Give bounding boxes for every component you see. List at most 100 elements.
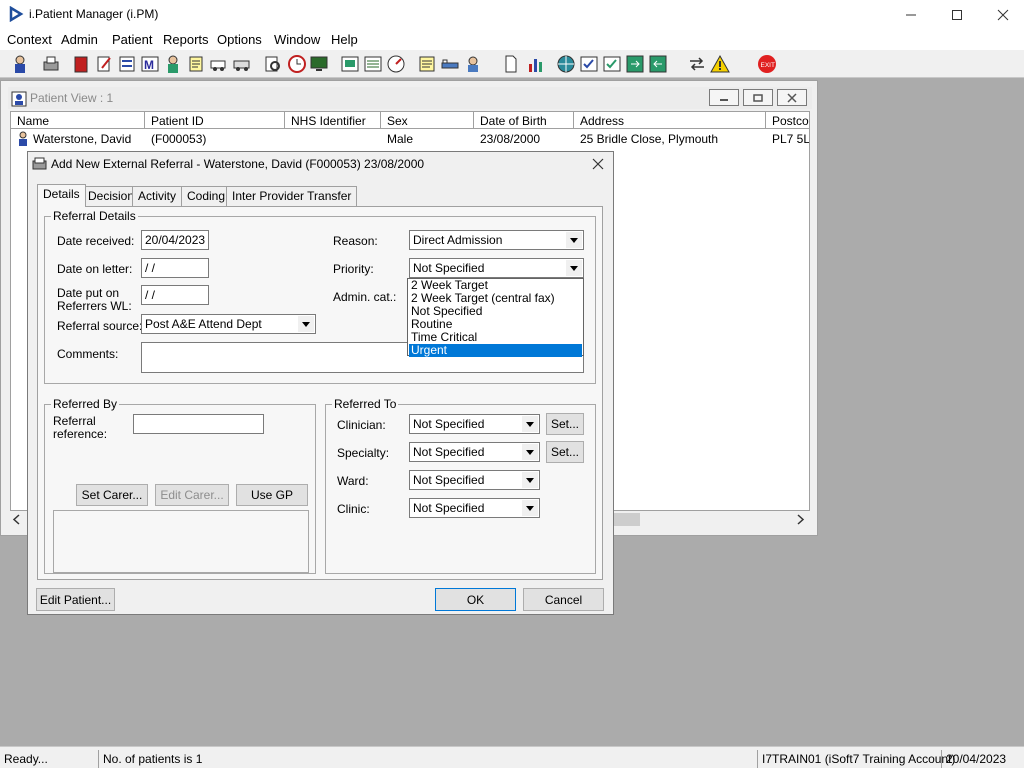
close-button[interactable]	[980, 0, 1024, 30]
column-header-name[interactable]: Name	[11, 112, 145, 129]
tab-coding[interactable]: Coding	[181, 186, 232, 206]
close-icon	[592, 158, 604, 170]
dialog-title: Add New External Referral - Waterstone, …	[51, 157, 425, 171]
tab-activity[interactable]: Activity	[132, 186, 183, 206]
menu-patient[interactable]: Patient	[112, 32, 152, 47]
board-icon[interactable]	[340, 54, 360, 74]
column-header-patient-id[interactable]: Patient ID	[145, 112, 285, 129]
chevron-down-icon[interactable]	[566, 232, 582, 248]
referral-source-select[interactable]: Post A&E Attend Dept	[141, 314, 316, 334]
green-arrows-icon[interactable]	[625, 54, 645, 74]
mail-m-icon[interactable]: M	[140, 54, 160, 74]
referral-reference-label-1: Referral	[53, 414, 96, 428]
status-patient-count: No. of patients is 1	[98, 750, 206, 768]
transfer-icon[interactable]	[648, 54, 668, 74]
edit-carer-button[interactable]: Edit Carer...	[155, 484, 229, 506]
bar-chart-icon[interactable]	[526, 54, 546, 74]
exit-icon[interactable]: EXIT	[757, 54, 777, 74]
dialog-close-button[interactable]	[588, 155, 608, 173]
app-title: i.Patient Manager (i.PM)	[29, 7, 159, 21]
cell-sex: Male	[387, 132, 414, 146]
ok-button[interactable]: OK	[435, 588, 516, 611]
notes-icon[interactable]	[417, 54, 437, 74]
approve-icon[interactable]	[602, 54, 622, 74]
cancel-button[interactable]: Cancel	[523, 588, 604, 611]
chevron-down-icon[interactable]	[522, 472, 538, 488]
swap-icon[interactable]	[687, 54, 707, 74]
patient-view-restore-button[interactable]	[743, 89, 773, 106]
referral-dialog-icon	[32, 157, 47, 170]
edit-patient-button[interactable]: Edit Patient...	[36, 588, 115, 611]
tab-inter-provider-transfer[interactable]: Inter Provider Transfer	[226, 186, 358, 206]
exit-label: EXIT	[761, 62, 775, 69]
menu-reports[interactable]: Reports	[163, 32, 209, 47]
priority-option-highlighted[interactable]: Urgent	[409, 344, 582, 357]
bed-icon[interactable]	[440, 54, 460, 74]
set-carer-button[interactable]: Set Carer...	[76, 484, 148, 506]
form-icon[interactable]	[117, 54, 137, 74]
reason-select[interactable]: Direct Admission	[409, 230, 584, 250]
maximize-button[interactable]	[934, 0, 980, 30]
monitor-icon[interactable]	[309, 54, 329, 74]
patient-view-minimize-button[interactable]	[709, 89, 739, 106]
referral-reference-field[interactable]	[133, 414, 264, 434]
date-put-on-wl-field[interactable]: / /	[141, 285, 209, 305]
close-icon	[787, 92, 797, 103]
menu-context[interactable]: Context	[7, 32, 52, 47]
column-header-address[interactable]: Address	[574, 112, 766, 129]
document-edit-icon[interactable]	[94, 54, 114, 74]
date-put-on-wl-label-1: Date put on	[57, 286, 120, 300]
menu-admin[interactable]: Admin	[61, 32, 98, 47]
minimize-button[interactable]	[888, 0, 934, 30]
menu-options[interactable]: Options	[217, 32, 262, 47]
scroll-left-icon[interactable]	[12, 514, 22, 525]
scroll-right-icon[interactable]	[795, 514, 805, 525]
nurse-icon[interactable]	[463, 54, 483, 74]
date-received-field[interactable]: 20/04/2023	[141, 230, 209, 250]
blank-document-icon[interactable]	[501, 54, 521, 74]
status-bar: Ready... No. of patients is 1 I7TRAIN01 …	[0, 746, 1024, 768]
column-header-sex[interactable]: Sex	[381, 112, 474, 129]
chevron-down-icon[interactable]	[522, 416, 538, 432]
notepad-icon[interactable]	[186, 54, 206, 74]
checklist-icon[interactable]	[579, 54, 599, 74]
column-header-date-of-birth[interactable]: Date of Birth	[474, 112, 574, 129]
menu-help[interactable]: Help	[331, 32, 358, 47]
column-header-postcode[interactable]: Postcod	[766, 112, 809, 129]
clinic-select[interactable]: Not Specified	[409, 498, 540, 518]
search-document-icon[interactable]	[263, 54, 283, 74]
patient-icon[interactable]	[10, 54, 30, 74]
globe-icon[interactable]	[556, 54, 576, 74]
maximize-icon	[952, 10, 962, 20]
priority-select[interactable]: Not Specified	[409, 258, 584, 278]
printer-icon[interactable]	[41, 54, 61, 74]
warning-icon[interactable]	[710, 54, 730, 74]
column-header-nhs-identifier[interactable]: NHS Identifier	[285, 112, 381, 129]
tab-details[interactable]: Details	[37, 184, 86, 207]
timer-icon[interactable]	[386, 54, 406, 74]
menu-window[interactable]: Window	[274, 32, 320, 47]
chevron-down-icon[interactable]	[566, 260, 582, 276]
red-book-icon[interactable]	[71, 54, 91, 74]
ward-select[interactable]: Not Specified	[409, 470, 540, 490]
ambulance-icon[interactable]	[209, 54, 229, 74]
doctor-icon[interactable]	[163, 54, 183, 74]
date-on-letter-field[interactable]: / /	[141, 258, 209, 278]
scroll-thumb[interactable]	[610, 513, 640, 526]
clinic-value: Not Specified	[413, 501, 485, 515]
use-gp-button[interactable]: Use GP	[236, 484, 308, 506]
set-clinician-button[interactable]: Set...	[546, 413, 584, 435]
chevron-down-icon[interactable]	[522, 444, 538, 460]
schedule-icon[interactable]	[363, 54, 383, 74]
patient-view-close-button[interactable]	[777, 89, 807, 106]
chevron-down-icon[interactable]	[522, 500, 538, 516]
chevron-down-icon[interactable]	[298, 316, 314, 332]
set-specialty-button[interactable]: Set...	[546, 441, 584, 463]
specialty-select[interactable]: Not Specified	[409, 442, 540, 462]
app-title-bar: i.Patient Manager (i.PM)	[0, 0, 1024, 30]
transport-icon[interactable]	[232, 54, 252, 74]
date-on-letter-label: Date on letter:	[57, 262, 133, 276]
clinician-select[interactable]: Not Specified	[409, 414, 540, 434]
clock-icon[interactable]	[287, 54, 307, 74]
menu-bar: Context Admin Patient Reports Options Wi…	[0, 30, 1024, 50]
